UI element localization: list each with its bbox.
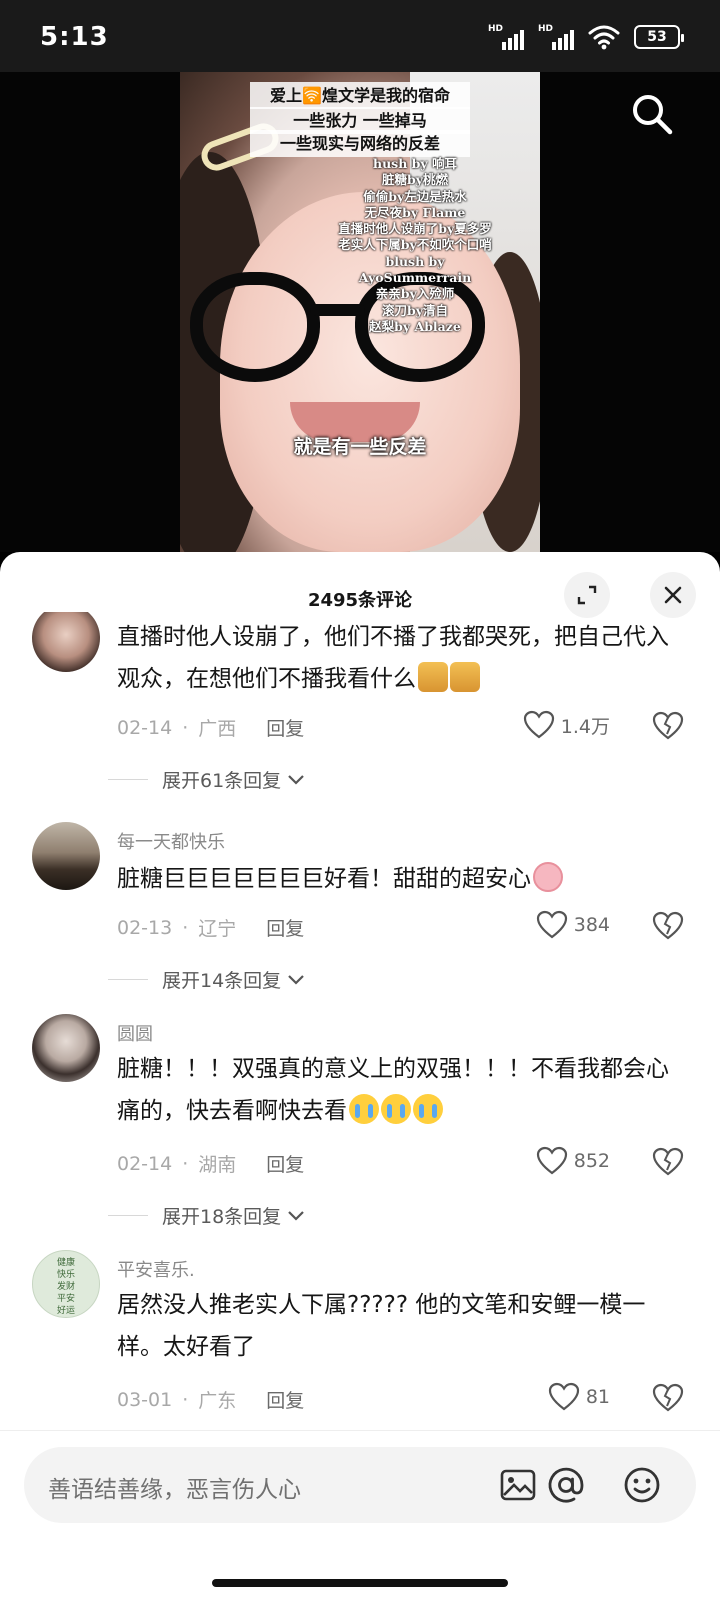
mention-icon[interactable] bbox=[546, 1465, 586, 1505]
status-bar: 5:13 HD HD 53 bbox=[0, 0, 720, 72]
cat-emoji bbox=[450, 662, 480, 692]
comment-date: 03-01 bbox=[117, 1388, 173, 1411]
expand-replies-button[interactable]: 展开14条回复 bbox=[108, 966, 307, 993]
comments-list[interactable]: 直播时他人设崩了，他们不播了我都哭死，把自己代入观众，在想他们不播我看什么 02… bbox=[0, 612, 720, 1444]
comment-input[interactable]: 善语结善缘，恶言伤人心 bbox=[24, 1447, 696, 1523]
screen: 5:13 HD HD 53 爱上🛜煌文学是我的宿命 一些张力 一些掉马 一些现实… bbox=[0, 0, 720, 1602]
close-icon bbox=[664, 586, 682, 604]
comment-meta: 03-01 · 广东 回复 bbox=[117, 1386, 304, 1413]
pig-emoji bbox=[533, 862, 563, 892]
crying-emoji bbox=[349, 1094, 379, 1124]
book-item: 偷偷by左边是热水 bbox=[363, 188, 467, 204]
comment-meta: 02-14 · 湖南 回复 bbox=[117, 1150, 304, 1177]
comment-text: 脏糖巨巨巨巨巨巨巨好看！甜甜的超安心 bbox=[117, 858, 687, 900]
book-item: 无尽夜by Flame bbox=[364, 204, 466, 220]
comment-username[interactable]: 圆圆 bbox=[117, 1020, 153, 1046]
like-button[interactable]: 384 bbox=[536, 910, 610, 940]
comment-location: 辽宁 bbox=[198, 918, 237, 940]
comment-location: 广西 bbox=[198, 718, 237, 740]
comment-location: 广东 bbox=[198, 1390, 237, 1412]
home-indicator[interactable] bbox=[212, 1579, 508, 1587]
avatar[interactable] bbox=[32, 612, 100, 672]
video-subtitle: 就是有一些反差 bbox=[293, 436, 427, 458]
comment-date: 02-13 bbox=[117, 916, 173, 939]
dislike-icon[interactable] bbox=[652, 710, 684, 742]
video-title-line-1: 爱上🛜煌文学是我的宿命 bbox=[250, 82, 470, 109]
avatar[interactable] bbox=[32, 1014, 100, 1082]
sim2-hd-tag: HD bbox=[538, 24, 554, 34]
comment-username[interactable]: 每一天都快乐 bbox=[117, 828, 225, 854]
dislike-icon[interactable] bbox=[652, 1146, 684, 1178]
comment-date: 02-14 bbox=[117, 1152, 173, 1175]
sim1-hd-tag: HD bbox=[488, 24, 504, 34]
wifi-icon bbox=[588, 25, 620, 50]
comment-location: 湖南 bbox=[198, 1154, 237, 1176]
avatar[interactable] bbox=[32, 822, 100, 890]
dislike-icon[interactable] bbox=[652, 910, 684, 942]
expand-replies-button[interactable]: 展开18条回复 bbox=[108, 1202, 307, 1229]
comments-count-title: 2495条评论 bbox=[307, 590, 413, 611]
comment-date: 02-14 bbox=[117, 716, 173, 739]
avatar[interactable]: 健康 快乐 发财 平安 好运 bbox=[32, 1250, 100, 1318]
comment-text: 居然没人推老实人下属????? 他的文笔和安鲤一模一样。太好看了 bbox=[117, 1292, 646, 1360]
crying-emoji bbox=[413, 1094, 443, 1124]
comment-input-placeholder: 善语结善缘，恶言伤人心 bbox=[48, 1477, 301, 1503]
dislike-icon[interactable] bbox=[652, 1382, 684, 1414]
heart-icon bbox=[536, 1146, 567, 1175]
chevron-down-icon bbox=[288, 1210, 304, 1221]
like-count: 384 bbox=[573, 914, 610, 936]
battery-icon: 53 bbox=[634, 25, 684, 49]
book-item: 滚刀by清自 bbox=[381, 302, 448, 318]
like-button[interactable]: 81 bbox=[548, 1382, 610, 1412]
video-title-line-3: 一些现实与网络的反差 bbox=[250, 130, 470, 157]
emoji-icon[interactable] bbox=[622, 1465, 662, 1505]
book-item: 直播时他人设崩了by夏多罗 bbox=[338, 221, 492, 237]
expand-icon bbox=[577, 585, 597, 605]
status-icons: HD HD 53 bbox=[488, 24, 684, 50]
video-frame: 爱上🛜煌文学是我的宿命 一些张力 一些掉马 一些现实与网络的反差 hush by… bbox=[180, 72, 540, 552]
heart-icon bbox=[523, 710, 554, 739]
like-button[interactable]: 1.4万 bbox=[523, 710, 610, 740]
book-item: 脏糖by桃燃 bbox=[381, 172, 448, 188]
cat-emoji bbox=[418, 662, 448, 692]
chevron-down-icon bbox=[288, 974, 304, 985]
video-player[interactable]: 爱上🛜煌文学是我的宿命 一些张力 一些掉马 一些现实与网络的反差 hush by… bbox=[0, 72, 720, 552]
comment-input-bar: 善语结善缘，恶言伤人心 bbox=[0, 1430, 720, 1602]
signal-icon-sim1: HD bbox=[488, 24, 524, 50]
like-button[interactable]: 852 bbox=[536, 1146, 610, 1176]
heart-icon bbox=[536, 910, 567, 939]
image-icon[interactable] bbox=[498, 1465, 538, 1505]
book-item: hush by 响耳 bbox=[372, 156, 457, 171]
like-count: 81 bbox=[585, 1386, 610, 1408]
heart-icon bbox=[548, 1382, 579, 1411]
comment-meta: 02-13 · 辽宁 回复 bbox=[117, 914, 304, 941]
reply-button[interactable]: 回复 bbox=[266, 1386, 304, 1413]
crying-emoji bbox=[381, 1094, 411, 1124]
search-icon[interactable] bbox=[628, 90, 676, 138]
book-item: 赵梨by Ablaze bbox=[369, 318, 461, 334]
like-count: 852 bbox=[573, 1150, 610, 1172]
status-time: 5:13 bbox=[40, 22, 109, 52]
book-item: blush by AyoSummerrain bbox=[358, 253, 472, 286]
reply-button[interactable]: 回复 bbox=[266, 714, 304, 741]
reply-button[interactable]: 回复 bbox=[266, 1150, 304, 1177]
comment-meta: 02-14 · 广西 回复 bbox=[117, 714, 304, 741]
chevron-down-icon bbox=[288, 774, 304, 785]
video-book-list: hush by 响耳 脏糖by桃燃 偷偷by左边是热水 无尽夜by Flame … bbox=[330, 156, 500, 335]
like-count: 1.4万 bbox=[560, 715, 610, 738]
comment-text: 脏糖！！！双强真的意义上的双强！！！不看我都会心痛的，快去看啊快去看 bbox=[117, 1056, 669, 1124]
signal-icon-sim2: HD bbox=[538, 24, 574, 50]
comment-username[interactable]: 平安喜乐. bbox=[117, 1256, 195, 1282]
battery-level: 53 bbox=[647, 29, 667, 45]
comment-text: 直播时他人设崩了，他们不播了我都哭死，把自己代入观众，在想他们不播我看什么 bbox=[117, 624, 669, 692]
book-item: 亲亲by入殓师 bbox=[375, 286, 455, 302]
expand-replies-button[interactable]: 展开61条回复 bbox=[108, 766, 307, 793]
book-item: 老实人下属by不如吹个口哨 bbox=[338, 237, 492, 253]
reply-button[interactable]: 回复 bbox=[266, 914, 304, 941]
